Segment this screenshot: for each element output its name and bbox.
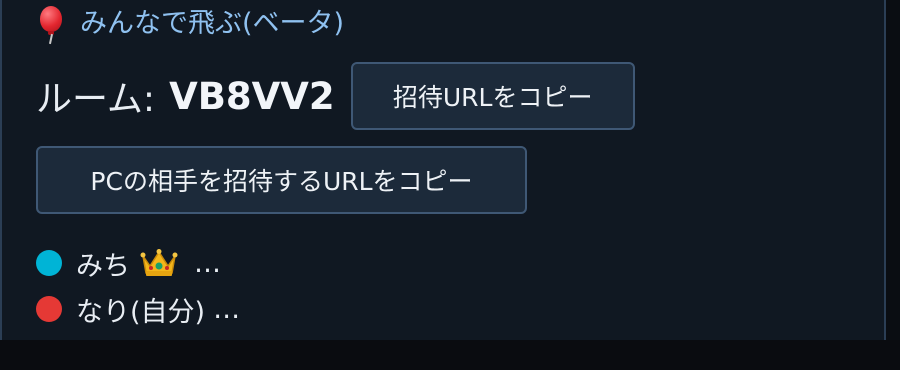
- balloon-icon: [36, 4, 68, 45]
- user-item: なり(自分) …: [36, 286, 240, 332]
- room-code: VB8VV2: [169, 74, 335, 118]
- app-title-row: みんなで飛ぶ(ベータ): [36, 4, 345, 45]
- user-list: みち … なり(自分) …: [36, 240, 240, 332]
- copy-pc-invite-url-button[interactable]: PCの相手を招待するURLをコピー: [36, 146, 527, 214]
- user-name: みち: [76, 250, 130, 282]
- user-status: …: [213, 293, 241, 325]
- user-status: …: [194, 247, 221, 279]
- room-info-row: ルーム: VB8VV2 招待URLをコピー: [36, 62, 635, 130]
- user-color-dot: [36, 250, 62, 276]
- app-title: みんなで飛ぶ(ベータ): [80, 8, 345, 39]
- user-color-dot: [36, 296, 62, 322]
- bottom-strip: [0, 340, 900, 370]
- user-name: なり(自分): [76, 296, 206, 328]
- user-item: みち …: [36, 240, 240, 286]
- copy-invite-url-button[interactable]: 招待URLをコピー: [350, 62, 635, 130]
- room-label: ルーム:: [36, 79, 156, 120]
- crown-icon: [140, 248, 178, 278]
- room-panel: みんなで飛ぶ(ベータ) ルーム: VB8VV2 招待URLをコピー PCの相手を…: [0, 0, 886, 340]
